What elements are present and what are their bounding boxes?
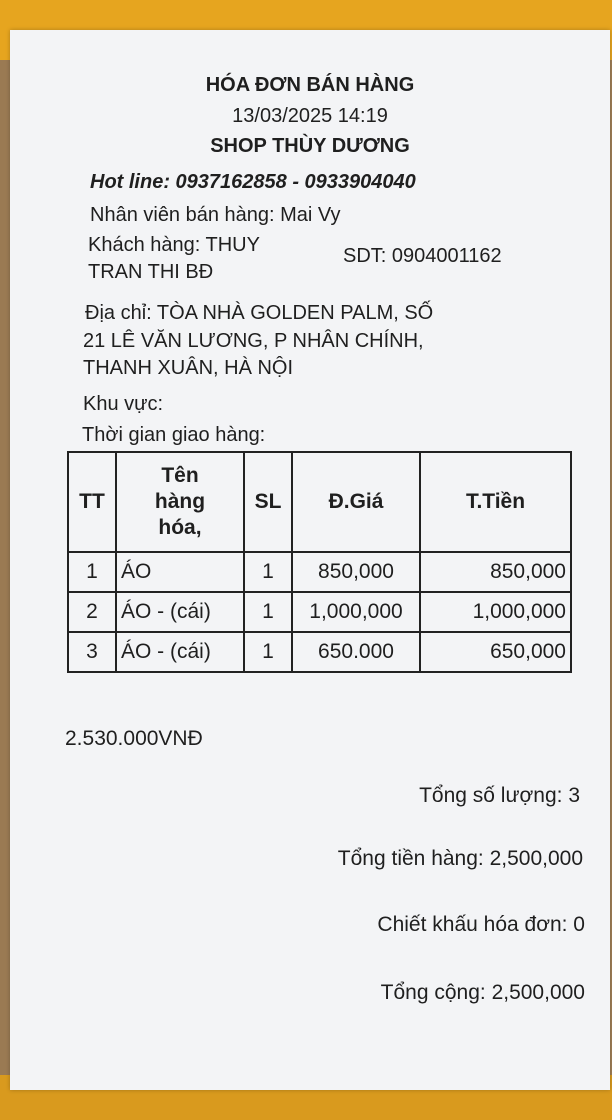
row-qty: 1 (243, 551, 293, 593)
col-qty: SL (243, 451, 293, 553)
total-goods: Tổng tiền hàng: 2,500,000 (337, 847, 583, 870)
col-total: T.Tiền (419, 451, 572, 553)
address-line2: 21 LÊ VĂN LƯƠNG, P NHÂN CHÍNH, (83, 330, 424, 352)
table-row: 3 ÁO - (cái) 1 650.000 650,000 (67, 631, 572, 673)
col-tt: TT (67, 451, 117, 553)
row-name: ÁO (115, 551, 245, 593)
receipt: HÓA ĐƠN BÁN HÀNG 13/03/2025 14:19 SHOP T… (10, 30, 610, 1090)
area-label: Khu vực: (83, 393, 164, 415)
hotline: Hot line: 0937162858 - 0933904040 (90, 171, 416, 193)
customer-phone: SDT: 0904001162 (343, 245, 502, 267)
row-price: 1,000,000 (291, 591, 421, 633)
col-name: Tên hàng hóa, (115, 451, 245, 553)
customer-name-line2: TRAN THI BĐ (88, 261, 214, 283)
row-price: 850,000 (291, 551, 421, 593)
col-name-line1: Tên (161, 463, 199, 487)
handwritten-total: 2.530.000VNĐ (65, 727, 203, 750)
customer-name-line1: Khách hàng: THUY (88, 234, 260, 256)
address-line3: THANH XUÂN, HÀ NỘI (83, 357, 294, 379)
receipt-datetime: 13/03/2025 14:19 (232, 105, 388, 127)
table-header-row: TT Tên hàng hóa, SL Đ.Giá T.Tiền (67, 451, 572, 553)
items-table: TT Tên hàng hóa, SL Đ.Giá T.Tiền 1 ÁO 1 … (67, 451, 572, 673)
delivery-time-label: Thời gian giao hàng: (82, 424, 266, 446)
row-tt: 3 (67, 631, 117, 673)
row-tt: 2 (67, 591, 117, 633)
row-name: ÁO - (cái) (115, 631, 245, 673)
col-name-line2: hàng (154, 489, 206, 513)
col-name-line3: hóa, (158, 516, 202, 540)
row-total: 1,000,000 (419, 591, 572, 633)
row-tt: 1 (67, 551, 117, 593)
row-name: ÁO - (cái) (115, 591, 245, 633)
total-quantity: Tổng số lượng: 3 (419, 784, 580, 807)
receipt-title: HÓA ĐƠN BÁN HÀNG (205, 74, 415, 96)
address-line1: Địa chỉ: TÒA NHÀ GOLDEN PALM, SỐ (85, 302, 434, 324)
staff-name: Nhân viên bán hàng: Mai Vy (90, 204, 341, 226)
invoice-discount: Chiết khấu hóa đơn: 0 (377, 913, 585, 936)
col-price: Đ.Giá (291, 451, 421, 553)
grand-total: Tổng cộng: 2,500,000 (380, 981, 585, 1004)
table-row: 2 ÁO - (cái) 1 1,000,000 1,000,000 (67, 591, 572, 633)
row-qty: 1 (243, 631, 293, 673)
shop-name: SHOP THÙY DƯƠNG (210, 135, 410, 157)
table-row: 1 ÁO 1 850,000 850,000 (67, 551, 572, 593)
row-price: 650.000 (291, 631, 421, 673)
row-total: 850,000 (419, 551, 572, 593)
row-qty: 1 (243, 591, 293, 633)
row-total: 650,000 (419, 631, 572, 673)
